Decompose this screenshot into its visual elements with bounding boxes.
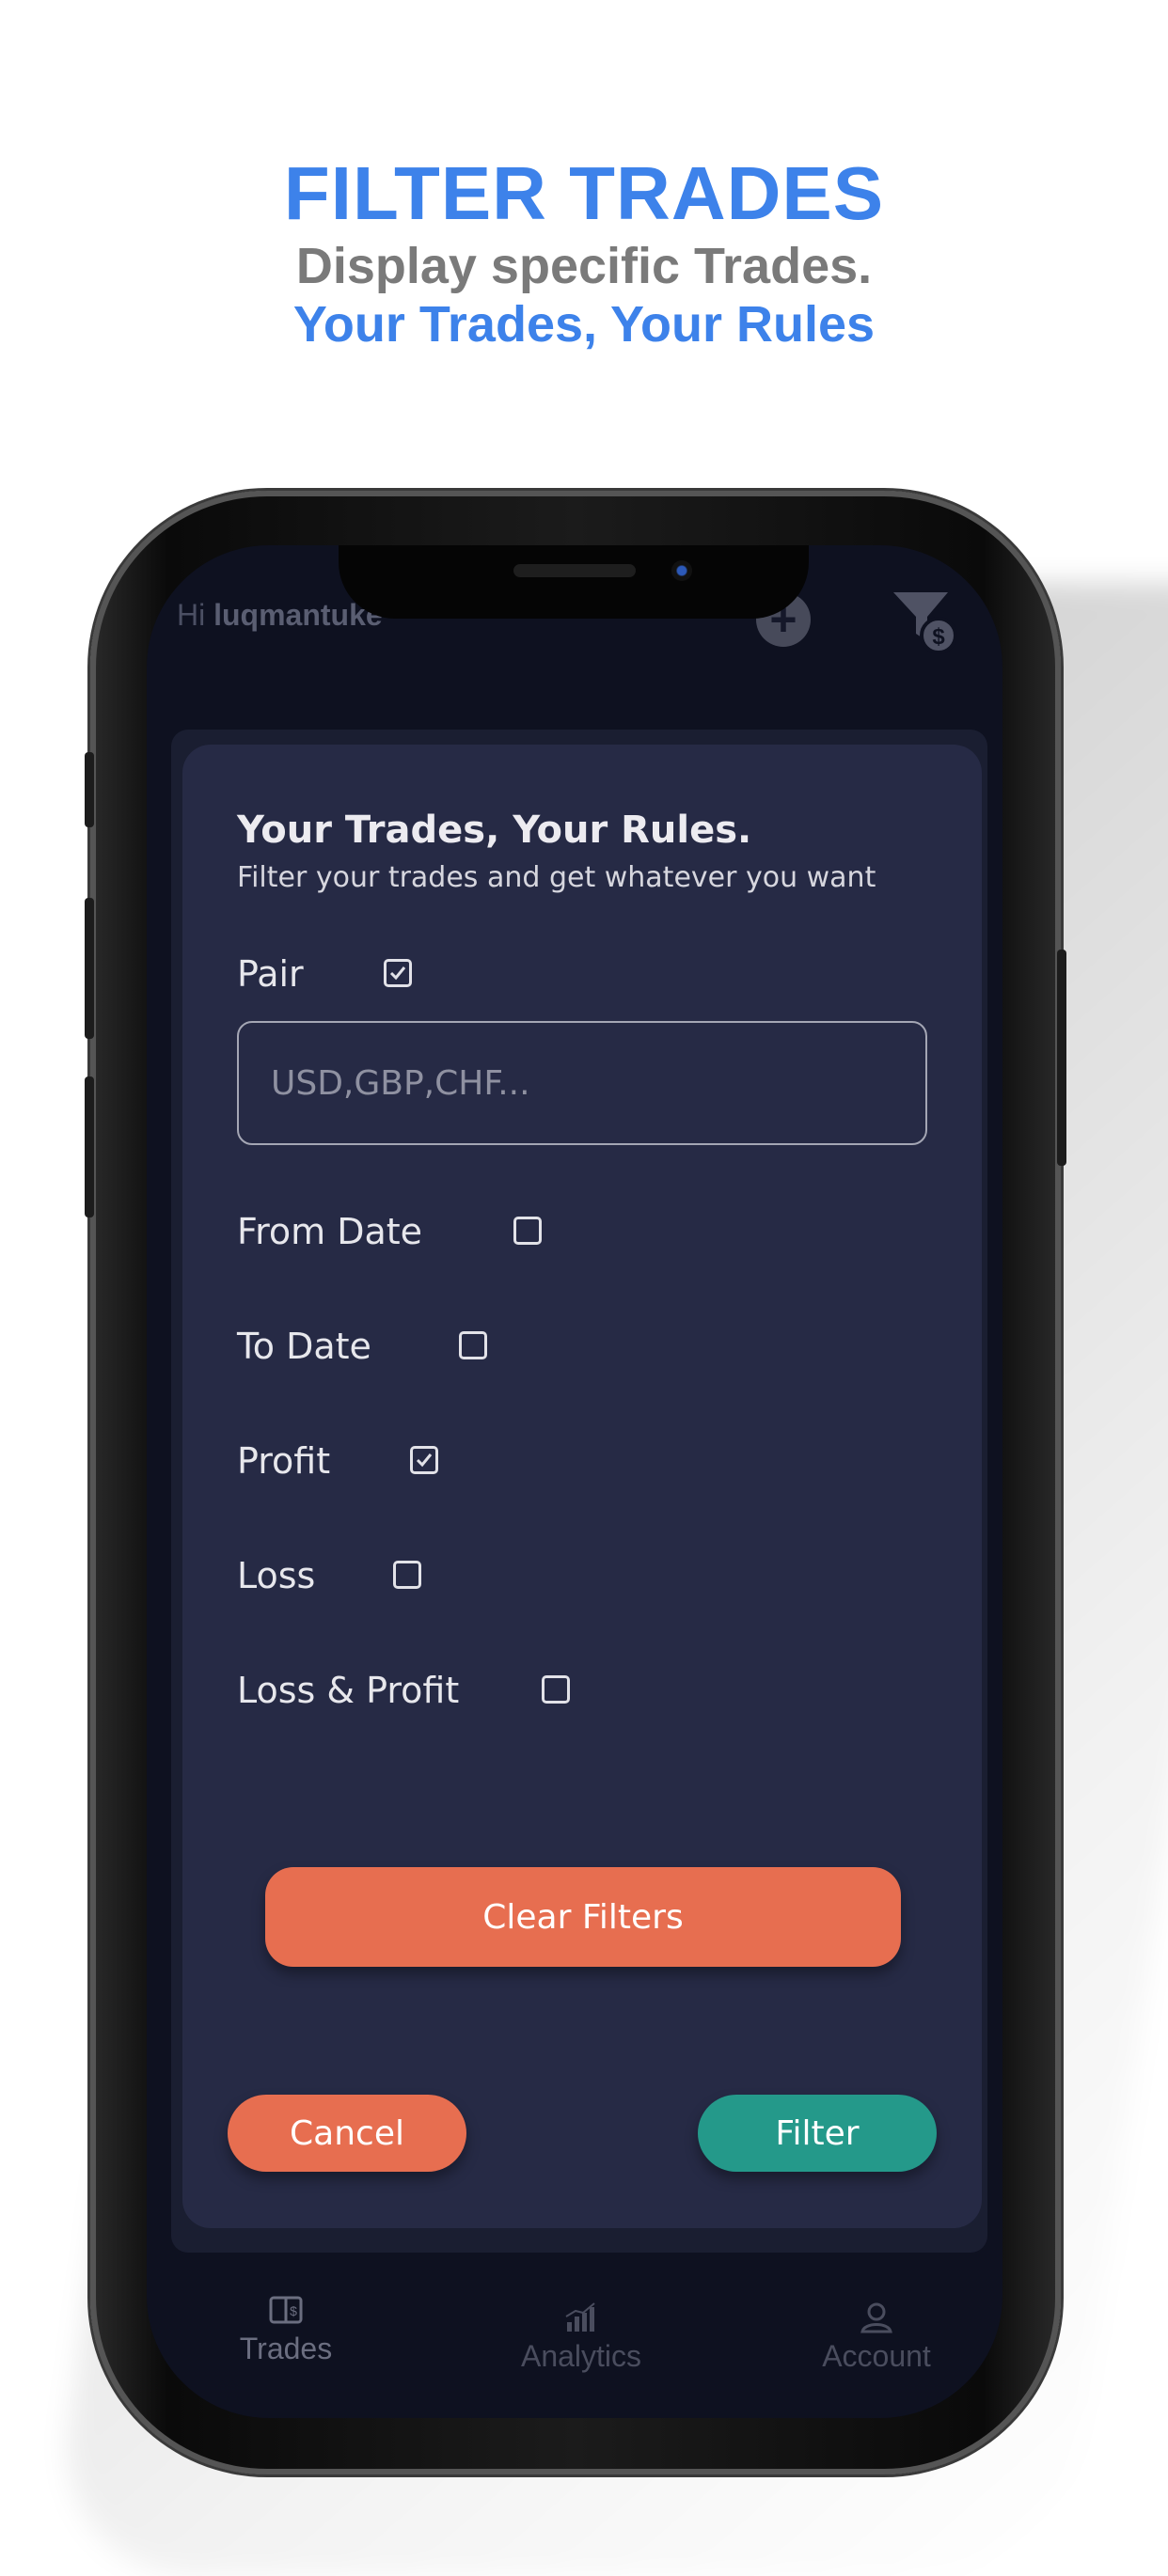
svg-text:$: $ [290,2303,297,2318]
bar-chart-icon [565,2302,595,2332]
phone-volume-down [85,1076,94,1217]
phone-speaker [513,564,636,577]
to-date-label: To Date [237,1326,371,1367]
pair-label: Pair [237,953,304,995]
nav-label-analytics: Analytics [520,2339,642,2373]
phone-camera [671,560,692,581]
loss-label: Loss [237,1555,316,1596]
pair-input[interactable] [237,1021,927,1145]
wallet-icon: $ [269,2296,303,2324]
filter-button[interactable]: Filter [698,2095,937,2172]
nav-item-trades[interactable]: $ Trades [192,2294,380,2366]
user-icon [860,2302,892,2333]
phone-mute-switch [85,752,94,827]
greeting: Hi luqmantuke [177,598,383,633]
greeting-prefix: Hi [177,598,214,632]
from-date-label: From Date [237,1211,423,1252]
promo-subtitle-line2: Your Trades, Your Rules [292,296,876,353]
profit-label: Profit [237,1440,331,1482]
phone-screen: Hi luqmantuke + $ Your Trades, Your Rule… [147,545,1002,2418]
checkmark-icon [389,966,406,981]
promo-subtitle-line1: Display specific Trades. [295,238,873,294]
from-date-checkbox[interactable] [513,1217,542,1245]
promo-title: FILTER TRADES [283,151,885,235]
phone-volume-up [85,898,94,1039]
nav-label-account: Account [822,2339,931,2373]
loss-checkbox[interactable] [393,1561,421,1589]
funnel-dollar-icon[interactable]: $ [890,587,961,654]
cancel-button[interactable]: Cancel [228,2095,466,2172]
loss-and-profit-label: Loss & Profit [237,1670,460,1711]
dialog-subtitle: Filter your trades and get whatever you … [237,861,876,894]
profit-checkbox[interactable] [410,1446,438,1474]
clear-filters-button[interactable]: Clear Filters [265,1867,901,1967]
dialog-title: Your Trades, Your Rules. [237,809,752,852]
filter-dialog: Your Trades, Your Rules. Filter your tra… [182,745,982,2228]
nav-label-trades: Trades [239,2332,333,2365]
checkmark-icon [416,1453,433,1468]
loss-and-profit-checkbox[interactable] [542,1675,570,1704]
svg-text:$: $ [932,624,945,650]
bottom-nav: $ Trades Analytics Account [147,2294,1002,2418]
nav-item-analytics[interactable]: Analytics [487,2301,675,2374]
nav-item-account[interactable]: Account [782,2301,971,2374]
phone-notch [339,545,809,619]
pair-checkbox[interactable] [384,959,412,987]
to-date-checkbox[interactable] [459,1331,487,1359]
phone-power-button [1057,950,1066,1166]
